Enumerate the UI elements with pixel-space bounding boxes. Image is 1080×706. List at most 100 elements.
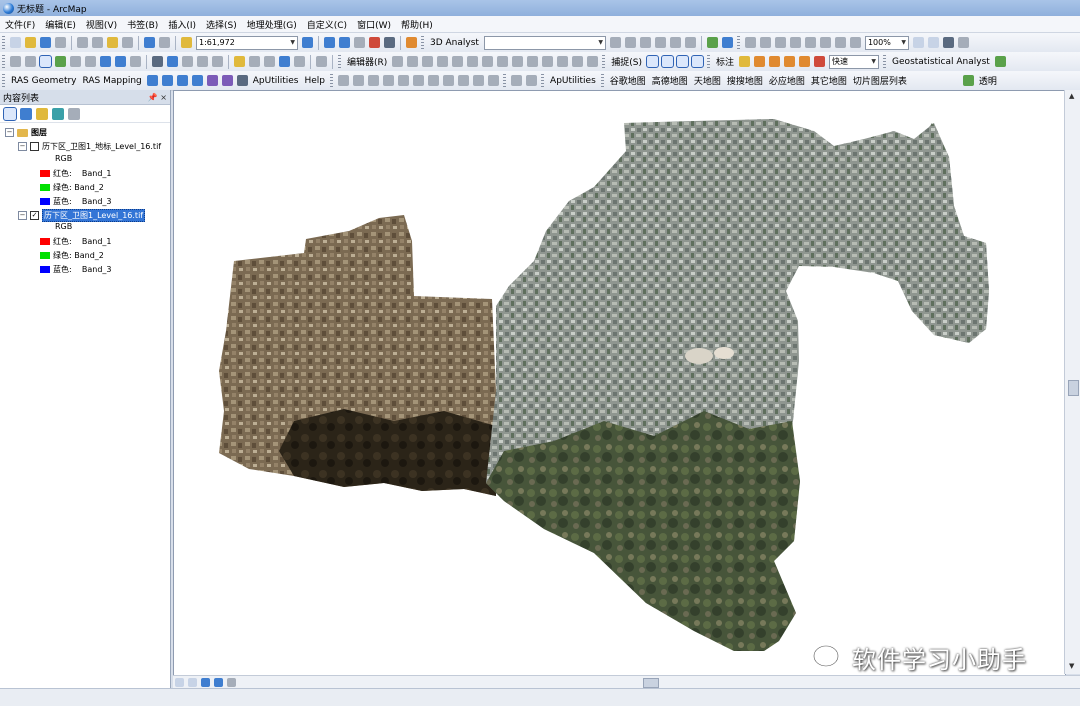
- blue-swatch[interactable]: [40, 198, 50, 205]
- paste-icon[interactable]: [107, 37, 118, 48]
- layer-item[interactable]: − 历下区_卫图1_地标_Level_16.tif: [18, 141, 161, 152]
- georef-tool-icon-7[interactable]: [428, 75, 440, 86]
- menu-windows[interactable]: 窗口(W): [352, 18, 396, 31]
- georef-tool-icon-4[interactable]: [383, 75, 395, 86]
- html-popup-icon[interactable]: [182, 56, 193, 67]
- graph-icon-2[interactable]: [526, 75, 538, 86]
- map-canvas[interactable]: [173, 90, 1066, 676]
- layer-item[interactable]: − ✓ 历下区_卫图1_Level_16.tif: [18, 209, 146, 222]
- focus-data-frame-icon[interactable]: [834, 37, 846, 48]
- menu-view[interactable]: 视图(V): [81, 18, 122, 31]
- profile-graph-icon[interactable]: [684, 37, 696, 48]
- ras-tool-icon-7[interactable]: [236, 75, 248, 86]
- fixed-zoom-out-icon[interactable]: [85, 56, 96, 67]
- globe-icon[interactable]: [706, 37, 718, 48]
- edit-tool-icon[interactable]: [392, 56, 404, 67]
- list-by-source-icon[interactable]: [20, 107, 32, 120]
- aputilities-menu[interactable]: ApUtilities: [250, 76, 302, 86]
- editor-toolbar-icon[interactable]: [302, 37, 313, 48]
- interpolate-point-icon[interactable]: [669, 37, 681, 48]
- georef-tool-icon-6[interactable]: [413, 75, 425, 86]
- menu-edit[interactable]: 编辑(E): [40, 18, 81, 31]
- band-row[interactable]: 蓝色: Band_3: [40, 196, 112, 207]
- layers-root[interactable]: − 图层: [5, 127, 47, 138]
- gaode-map-menu[interactable]: 高德地图: [649, 74, 691, 87]
- menu-bookmarks[interactable]: 书签(B): [122, 18, 163, 31]
- band-row[interactable]: 红色: Band_1: [40, 236, 112, 247]
- forward-extent-icon[interactable]: [115, 56, 126, 67]
- attributes-icon[interactable]: [557, 56, 569, 67]
- zoom-in-icon[interactable]: [10, 56, 21, 67]
- time-slider-icon[interactable]: [279, 56, 290, 67]
- list-by-selection-icon[interactable]: [52, 107, 64, 120]
- menu-insert[interactable]: 插入(I): [163, 18, 201, 31]
- scroll-down-icon[interactable]: ▼: [1069, 662, 1074, 670]
- toolbar-grip[interactable]: [600, 73, 604, 88]
- georef-tool-icon-10[interactable]: [473, 75, 485, 86]
- toolbar-grip[interactable]: [2, 35, 5, 50]
- model-builder-icon[interactable]: [406, 37, 417, 48]
- geostatistical-wizard-icon[interactable]: [994, 56, 1006, 67]
- toolbar-grip[interactable]: [421, 35, 424, 50]
- find-icon[interactable]: [234, 56, 245, 67]
- straight-segment-icon[interactable]: [422, 56, 434, 67]
- split-icon[interactable]: [527, 56, 539, 67]
- other-map-menu[interactable]: 其它地图: [808, 74, 850, 87]
- georef-tool-icon-3[interactable]: [368, 75, 380, 86]
- band-row[interactable]: 绿色: Band_2: [40, 250, 104, 261]
- horizontal-scroll-thumb[interactable]: [643, 678, 659, 688]
- search-window-icon[interactable]: [354, 37, 365, 48]
- pin-close-icon[interactable]: 📌 ×: [148, 93, 167, 102]
- pan-icon[interactable]: [39, 55, 52, 68]
- menu-file[interactable]: 文件(F): [0, 18, 40, 31]
- scale-combo[interactable]: 1:61,972 ▼: [196, 35, 298, 50]
- menu-geoprocessing[interactable]: 地理处理(G): [242, 18, 302, 31]
- georef-tool-icon-9[interactable]: [458, 75, 470, 86]
- layer-visibility-checkbox[interactable]: [30, 142, 39, 151]
- effects-icon[interactable]: [962, 75, 974, 86]
- list-by-drawing-order-icon[interactable]: [3, 106, 17, 121]
- collapse-icon[interactable]: −: [18, 142, 27, 151]
- map-tips-icon[interactable]: [316, 56, 327, 67]
- label-manager-icon[interactable]: [739, 56, 751, 67]
- collapse-icon[interactable]: −: [18, 211, 27, 220]
- new-document-icon[interactable]: [10, 37, 21, 48]
- ras-mapping-menu[interactable]: RAS Mapping: [80, 76, 145, 86]
- fixed-zoom-in-icon[interactable]: [70, 56, 81, 67]
- band-row[interactable]: 蓝色: Band_3: [40, 264, 112, 275]
- interpolate-line-icon[interactable]: [654, 37, 666, 48]
- toolbar-grip[interactable]: [338, 54, 341, 69]
- find-route-icon[interactable]: [249, 56, 260, 67]
- cut-polygons-icon[interactable]: [512, 56, 524, 67]
- view-unplaced-icon[interactable]: [814, 56, 826, 67]
- aputilities-menu-2[interactable]: ApUtilities: [547, 76, 599, 86]
- georef-tool-icon-11[interactable]: [488, 75, 500, 86]
- toc-options-icon[interactable]: [68, 107, 80, 120]
- trace-icon[interactable]: [452, 56, 464, 67]
- copy-icon[interactable]: [92, 37, 103, 48]
- pause-labeling-icon[interactable]: [799, 56, 811, 67]
- toolbar-grip[interactable]: [2, 54, 5, 69]
- labeling-menu[interactable]: 标注: [713, 55, 737, 68]
- back-extent-icon[interactable]: [100, 56, 111, 67]
- edit-vertices-icon[interactable]: [482, 56, 494, 67]
- line-of-sight-icon[interactable]: [639, 37, 651, 48]
- ras-tool-icon-6[interactable]: [221, 75, 233, 86]
- full-extent-icon[interactable]: [55, 56, 66, 67]
- zoom-whole-page-icon[interactable]: [774, 37, 786, 48]
- catalog-window-icon[interactable]: [339, 37, 350, 48]
- graph-icon[interactable]: [511, 75, 523, 86]
- green-swatch[interactable]: [40, 184, 50, 191]
- open-folder-icon[interactable]: [25, 37, 36, 48]
- scroll-up-icon[interactable]: ▲: [1069, 92, 1074, 100]
- delete-icon[interactable]: [122, 37, 133, 48]
- edge-snapping-icon[interactable]: [691, 55, 705, 68]
- refresh-icon[interactable]: [201, 678, 210, 687]
- 3d-analyst-menu[interactable]: 3D Analyst: [427, 38, 482, 48]
- toolbar-grip[interactable]: [541, 73, 545, 88]
- list-by-visibility-icon[interactable]: [36, 107, 48, 120]
- arcscene-icon[interactable]: [721, 37, 733, 48]
- page-icon[interactable]: [912, 37, 924, 48]
- red-swatch[interactable]: [40, 238, 50, 245]
- identify-icon[interactable]: [167, 56, 178, 67]
